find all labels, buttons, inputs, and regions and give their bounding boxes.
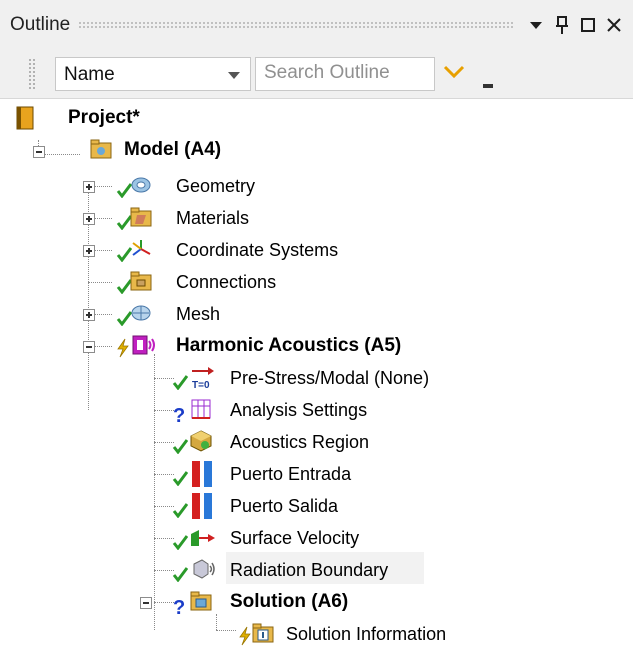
radiation-boundary-icon xyxy=(193,559,215,579)
dropdown-icon[interactable] xyxy=(523,10,549,40)
svg-text:?: ? xyxy=(173,597,185,616)
search-options-icon[interactable] xyxy=(443,65,465,79)
tree-label-analysis-settings: Analysis Settings xyxy=(230,400,368,420)
collapse-model-toggle[interactable] xyxy=(33,146,45,158)
solution-information-icon xyxy=(252,623,274,643)
tree-label-coordinate-systems: Coordinate Systems xyxy=(176,240,339,260)
tree-label-puerto-salida: Puerto Salida xyxy=(230,496,339,516)
panel-title: Outline xyxy=(10,14,71,35)
expand-coordinate-systems-toggle[interactable] xyxy=(83,245,95,257)
tree-item-puerto-entrada[interactable]: Puerto Entrada xyxy=(0,458,420,490)
check-icon xyxy=(172,567,188,582)
question-icon: ? xyxy=(173,405,185,424)
check-icon xyxy=(172,375,188,390)
collapse-harmonic-toggle[interactable] xyxy=(83,341,95,353)
mesh-icon xyxy=(131,305,151,321)
tree-item-project[interactable]: Project* xyxy=(16,102,216,134)
panel-title-bar: Outline xyxy=(0,0,633,50)
tree-item-radiation-boundary-content[interactable]: Radiation Boundary xyxy=(0,554,430,586)
drag-grip[interactable] xyxy=(78,21,513,29)
coordinate-systems-icon xyxy=(132,240,151,256)
question-icon: ? xyxy=(173,597,185,616)
tree-item-geometry[interactable]: Geometry xyxy=(0,170,300,202)
tree-label-connections: Connections xyxy=(176,272,277,292)
pin-icon[interactable] xyxy=(549,10,575,40)
analysis-settings-icon xyxy=(191,399,211,419)
outline-tree: Project* Model (A4) Geometry Materials C… xyxy=(0,98,633,665)
tree-label-surface-velocity: Surface Velocity xyxy=(230,528,360,548)
tree-label-prestress: Pre-Stress/Modal (None) xyxy=(230,368,430,388)
tree-item-mesh[interactable]: Mesh xyxy=(0,298,300,330)
surface-velocity-icon xyxy=(191,530,215,546)
expand-materials-toggle[interactable] xyxy=(83,213,95,225)
tree-label-geometry: Geometry xyxy=(176,176,256,196)
tree-label-mesh: Mesh xyxy=(176,304,221,324)
tree-item-prestress-modal[interactable]: T=0 Pre-Stress/Modal (None) xyxy=(0,362,460,394)
tree-label-acoustics-region: Acoustics Region xyxy=(230,432,370,452)
expand-geometry-toggle[interactable] xyxy=(83,181,95,193)
prestress-icon: T=0 xyxy=(192,367,214,391)
materials-folder-icon xyxy=(130,207,152,227)
check-icon xyxy=(172,471,188,486)
search-dropdown-icon[interactable] xyxy=(483,84,493,88)
toolbar-grip[interactable] xyxy=(28,58,36,90)
tree-item-harmonic-acoustics[interactable]: Harmonic Acoustics (A5) xyxy=(0,330,420,362)
name-filter-value: Name xyxy=(64,64,115,85)
check-icon xyxy=(172,535,188,550)
prestress-badge-text: T=0 xyxy=(192,380,210,391)
tree-item-materials[interactable]: Materials xyxy=(0,202,300,234)
close-icon[interactable] xyxy=(601,10,627,40)
tree-label-harmonic-acoustics: Harmonic Acoustics (A5) xyxy=(176,335,402,356)
name-filter-combo[interactable]: Name xyxy=(55,57,251,91)
port-icon xyxy=(192,493,212,519)
connections-folder-icon xyxy=(130,271,152,291)
tree-item-model[interactable]: Model (A4) xyxy=(0,134,300,166)
svg-text:?: ? xyxy=(173,405,185,424)
acoustics-region-icon xyxy=(190,430,212,452)
tree-label-project: Project* xyxy=(68,107,140,128)
search-input[interactable] xyxy=(256,58,432,88)
geometry-icon xyxy=(131,177,151,193)
chevron-down-icon xyxy=(228,72,240,79)
maximize-icon[interactable] xyxy=(575,10,601,40)
search-outline-box[interactable] xyxy=(255,57,435,91)
outline-toolbar: Name xyxy=(0,50,633,99)
check-icon xyxy=(172,439,188,454)
port-icon xyxy=(192,461,212,487)
tree-item-connections[interactable]: Connections xyxy=(0,266,300,298)
tree-item-surface-velocity[interactable]: Surface Velocity xyxy=(0,522,420,554)
expand-mesh-toggle[interactable] xyxy=(83,309,95,321)
model-folder-icon xyxy=(90,139,112,159)
tree-label-materials: Materials xyxy=(176,208,250,228)
collapse-solution-toggle[interactable] xyxy=(140,597,152,609)
tree-label-puerto-entrada: Puerto Entrada xyxy=(230,464,352,484)
harmonic-acoustics-icon xyxy=(132,335,155,355)
tree-item-acoustics-region[interactable]: Acoustics Region xyxy=(0,426,420,458)
tree-item-solution[interactable]: ? Solution (A6) xyxy=(0,586,420,618)
tree-label-solution: Solution (A6) xyxy=(230,591,349,612)
tree-item-coordinate-systems[interactable]: Coordinate Systems xyxy=(0,234,340,266)
check-icon xyxy=(172,503,188,518)
tree-item-analysis-settings[interactable]: ? Analysis Settings xyxy=(0,394,420,426)
solution-folder-icon xyxy=(190,591,212,611)
tree-item-solution-information[interactable]: Solution Information xyxy=(0,618,470,650)
tree-label-model: Model (A4) xyxy=(124,139,222,160)
tree-label-solution-information: Solution Information xyxy=(286,624,447,644)
tree-item-puerto-salida[interactable]: Puerto Salida xyxy=(0,490,420,522)
lightning-icon xyxy=(117,338,129,358)
project-icon xyxy=(16,106,34,130)
tree-label-radiation-boundary: Radiation Boundary xyxy=(230,560,389,580)
